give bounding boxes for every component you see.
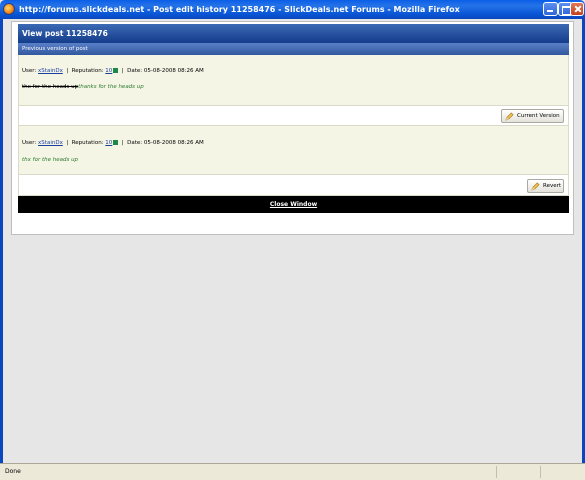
- close-window-link[interactable]: Close Window: [18, 196, 569, 213]
- minimize-button[interactable]: [543, 2, 558, 16]
- date-value: 05-08-2008 08:26 AM: [143, 140, 204, 146]
- date-label: Date:: [127, 140, 143, 146]
- post-body: thx for the heads up: [22, 157, 78, 163]
- panel-header: View post 11258476: [18, 24, 569, 43]
- reputation-label: Reputation:: [71, 68, 104, 74]
- revert-label: Revert: [543, 183, 562, 189]
- user-link[interactable]: xStainDx: [38, 140, 63, 146]
- post-meta: User: xStainDx | Reputation: 10 | Date: …: [22, 68, 204, 74]
- added-text: thanks for the heads up: [78, 84, 144, 90]
- firefox-icon: [3, 3, 15, 15]
- status-divider: [496, 466, 497, 478]
- panel-subheader: Previous version of post: [18, 43, 569, 55]
- post-action-row: Current Version: [18, 105, 569, 126]
- reputation-icon: [113, 140, 119, 145]
- status-text: Done: [5, 468, 21, 475]
- pencil-icon: [531, 182, 540, 191]
- page-viewport: View post 11258476 Previous version of p…: [3, 19, 582, 463]
- post-meta: User: xStainDx | Reputation: 10 | Date: …: [22, 140, 204, 146]
- edit-history-modal: View post 11258476 Previous version of p…: [11, 21, 574, 235]
- current-version-label: Current Version: [517, 113, 560, 119]
- user-label: User:: [22, 68, 37, 74]
- close-window-button[interactable]: [570, 2, 584, 16]
- date-value: 05-08-2008 08:26 AM: [143, 68, 204, 74]
- separator: |: [121, 140, 124, 146]
- status-divider: [540, 466, 541, 478]
- post-version-previous: User: xStainDx | Reputation: 10 | Date: …: [18, 55, 569, 105]
- post-body: thx for the heads upthanks for the heads…: [22, 84, 144, 90]
- status-bar: Done: [0, 463, 585, 480]
- separator: |: [66, 68, 69, 74]
- reputation-link[interactable]: 10: [105, 140, 112, 146]
- post-text: thx for the heads up: [22, 157, 79, 163]
- separator: |: [121, 68, 124, 74]
- current-version-button[interactable]: Current Version: [501, 109, 564, 123]
- post-version-original: User: xStainDx | Reputation: 10 | Date: …: [18, 126, 569, 174]
- reputation-icon: [113, 68, 119, 73]
- user-label: User:: [22, 140, 37, 146]
- reputation-link[interactable]: 10: [105, 68, 112, 74]
- revert-button[interactable]: Revert: [527, 179, 564, 193]
- date-label: Date:: [127, 68, 143, 74]
- reputation-label: Reputation:: [71, 140, 104, 146]
- window-title: http://forums.slickdeals.net - Post edit…: [19, 5, 460, 14]
- post-action-row: Revert: [18, 174, 569, 196]
- pencil-icon: [505, 112, 514, 121]
- window-titlebar: http://forums.slickdeals.net - Post edit…: [0, 0, 585, 19]
- removed-text: thx for the heads up: [22, 84, 79, 90]
- user-link[interactable]: xStainDx: [38, 68, 63, 74]
- separator: |: [66, 140, 69, 146]
